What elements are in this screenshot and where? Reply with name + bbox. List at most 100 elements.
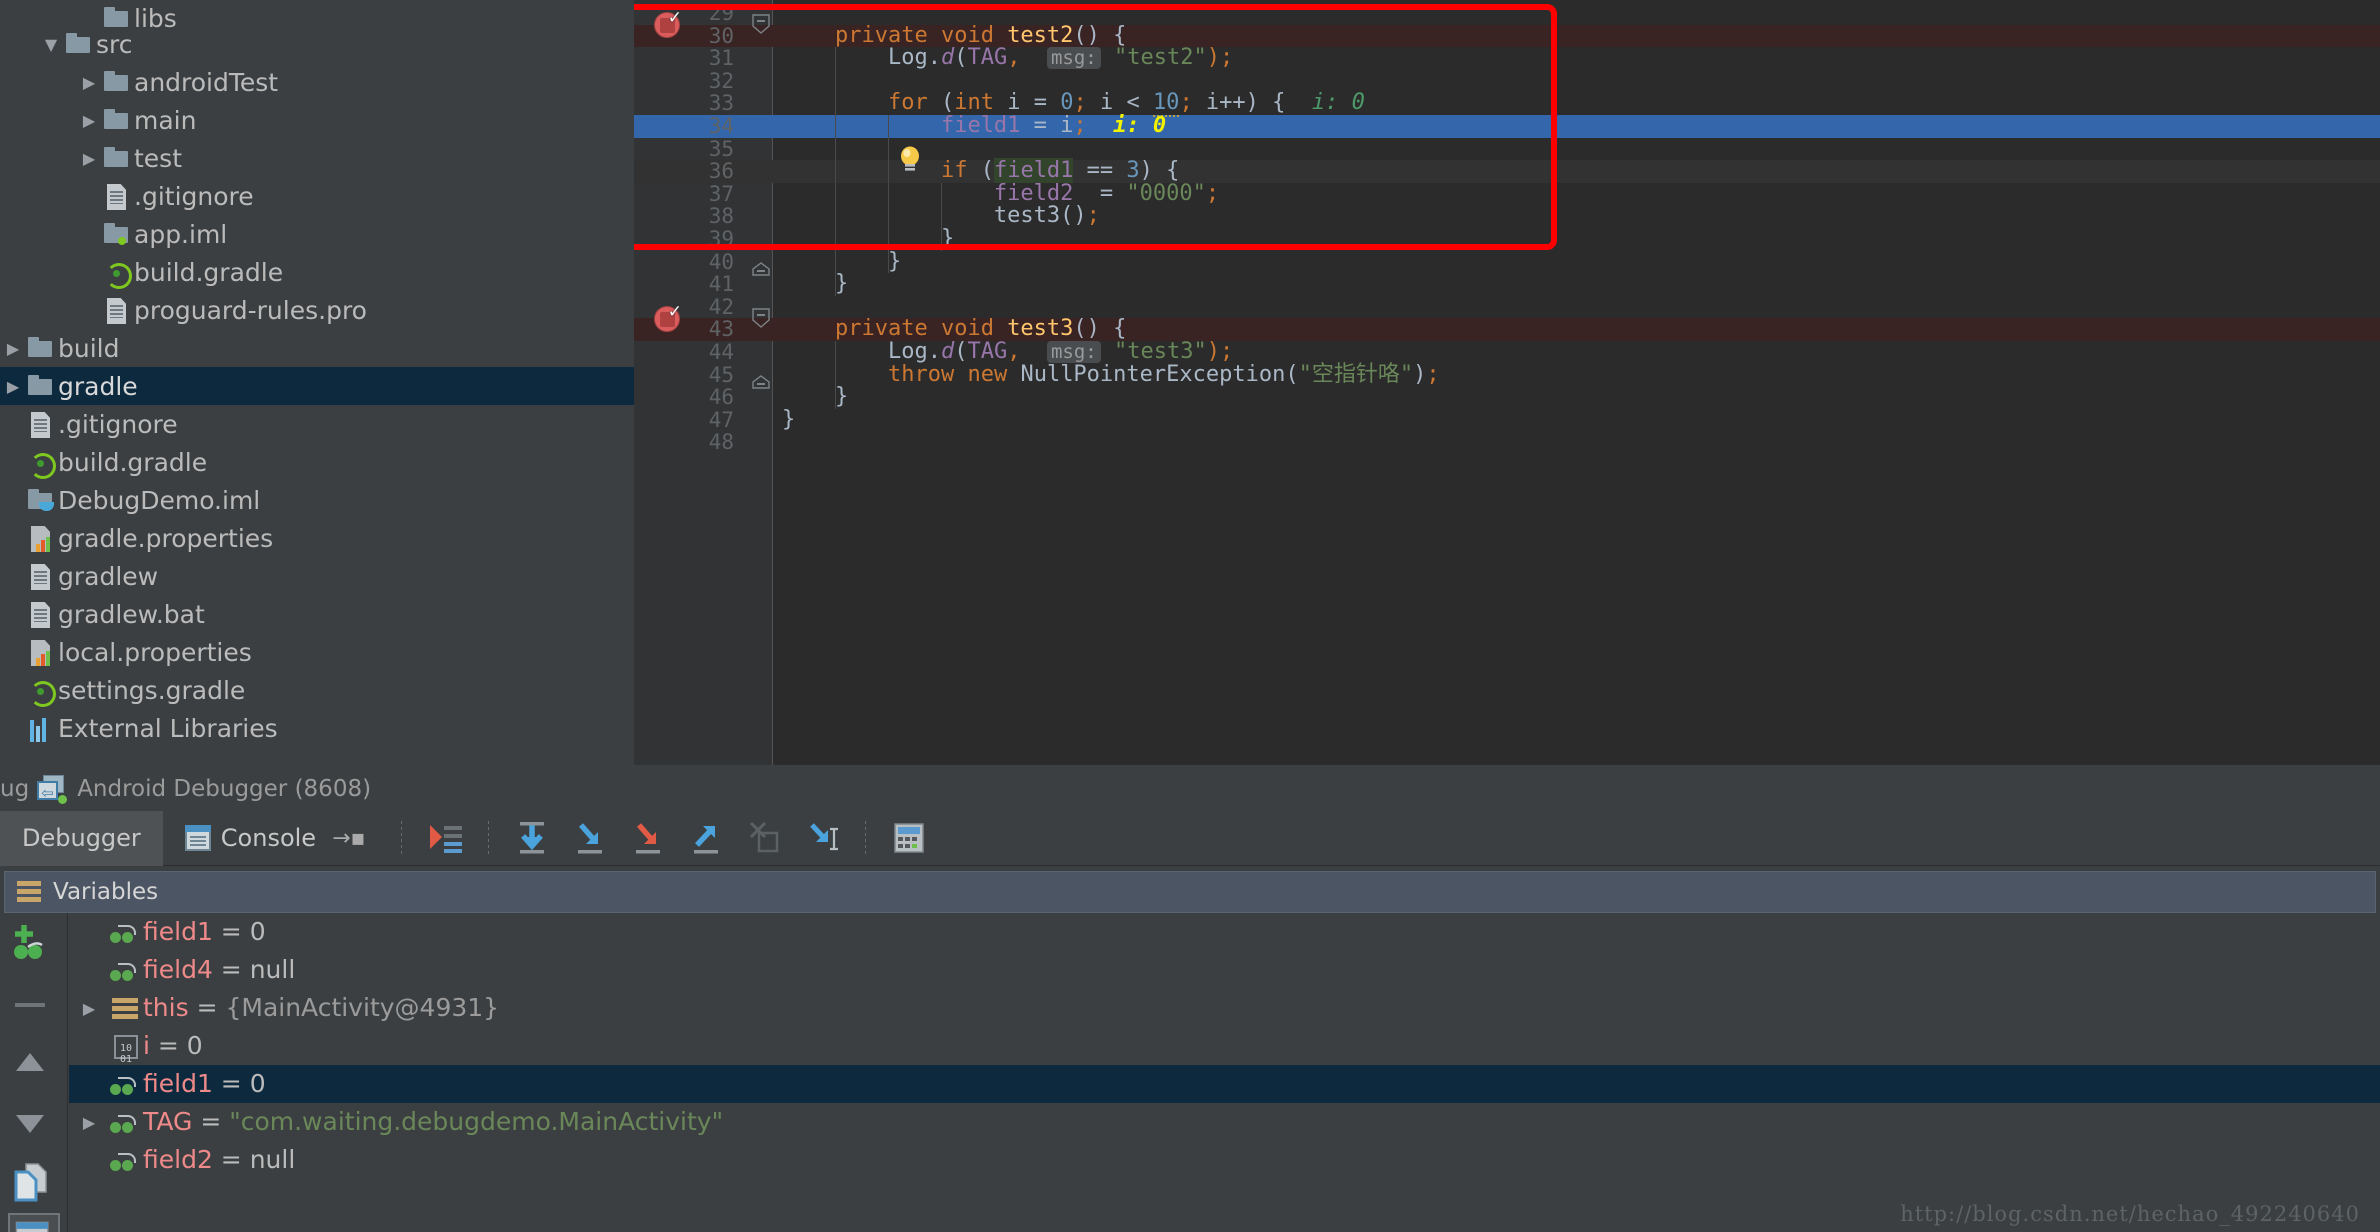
code-editor[interactable]: 29 30 private void test2() { 31 Log.d(TAG,…	[634, 0, 2380, 765]
line-number-44[interactable]: 44	[634, 341, 734, 364]
tree-item--gitignore[interactable]: .gitignore	[0, 177, 634, 215]
breakpoint-line-43[interactable]: ✓	[654, 302, 682, 332]
code-line-37[interactable]: field2 = "0000";	[782, 182, 1219, 206]
force-step-into-button[interactable]	[625, 815, 671, 861]
line-number-36[interactable]: 36	[634, 160, 734, 183]
line-number-40[interactable]: 40	[634, 250, 734, 274]
variable-row[interactable]: field1 = 0	[69, 1065, 2380, 1103]
variable-row[interactable]: field2 = null	[69, 1141, 2380, 1179]
variable-row[interactable]: ▶ this = {MainActivity@4931}	[69, 989, 2380, 1027]
code-line-36[interactable]: if (field1 == 3) {	[782, 158, 1179, 184]
line-number-45[interactable]: 45	[634, 363, 734, 387]
line-number-32[interactable]: 32	[634, 70, 734, 93]
tree-item-libs[interactable]: libs	[0, 0, 634, 31]
code-line-31[interactable]: Log.d(TAG, msg: "test2");	[782, 46, 1233, 70]
tree-item-gradle[interactable]: ▶ gradle	[0, 367, 634, 405]
chevron-right-icon[interactable]: ▶	[0, 330, 26, 368]
code-line-47[interactable]: }	[782, 408, 795, 432]
variables-side-toolbar[interactable]	[0, 913, 68, 1232]
tree-item-gradlew[interactable]: gradlew	[0, 557, 634, 595]
line-number-33[interactable]: 33	[634, 92, 734, 115]
tree-item-androidtest[interactable]: ▶ androidTest	[0, 63, 634, 101]
tree-item-gradlew-bat[interactable]: gradlew.bat	[0, 595, 634, 633]
remove-watch-button[interactable]	[8, 979, 60, 1031]
tree-item-build-gradle[interactable]: build.gradle	[0, 253, 634, 291]
fold-marker-end-41[interactable]	[752, 262, 770, 280]
debug-tabbar[interactable]: Debugger Console →▪	[0, 810, 2380, 866]
line-number-41[interactable]: 41	[634, 273, 734, 296]
code-line-34[interactable]: field1 = i; i: 0	[782, 114, 1166, 138]
line-number-30[interactable]: 30	[634, 24, 734, 48]
line-number-34[interactable]: 34	[634, 115, 734, 138]
code-line-43[interactable]: private void test3() {	[782, 318, 1126, 341]
code-line-38[interactable]: test3();	[782, 205, 1100, 228]
show-execution-point-button[interactable]	[422, 815, 468, 861]
code-line-30[interactable]: private void test2() {	[782, 24, 1126, 48]
editor-text-area[interactable]: 29 30 private void test2() { 31 Log.d(TAG,…	[634, 0, 2380, 765]
tree-item-test[interactable]: ▶ test	[0, 139, 634, 177]
chevron-down-icon[interactable]: ▼	[38, 26, 64, 64]
add-watch-button[interactable]	[8, 919, 60, 971]
move-down-button[interactable]	[8, 1099, 60, 1151]
line-number-46[interactable]: 46	[634, 386, 734, 409]
line-number-48[interactable]: 48	[634, 431, 734, 454]
variables-list[interactable]: field1 = 0 field4 = null ▶ this = {MainActi…	[69, 913, 2380, 1232]
move-up-button[interactable]	[8, 1039, 60, 1091]
evaluate-expression-button[interactable]	[886, 815, 932, 861]
tree-item-src[interactable]: ▼ src	[0, 25, 634, 63]
tab-console[interactable]: Console →▪	[163, 811, 388, 866]
code-line-33[interactable]: for (int i = 0; i < 10; i++) { i: 0	[782, 90, 1365, 118]
line-number-31[interactable]: 31	[634, 47, 734, 70]
chevron-right-icon[interactable]: ▶	[69, 990, 109, 1028]
fold-marker-end-46[interactable]	[752, 375, 770, 393]
detach-console-icon[interactable]: →▪	[332, 826, 365, 851]
variable-row[interactable]: field4 = null	[69, 951, 2380, 989]
variable-row[interactable]: ▶ TAG = "com.waiting.debugdemo.MainActivi…	[69, 1103, 2380, 1141]
line-number-47[interactable]: 47	[634, 409, 734, 432]
tree-item-debugdemo-iml[interactable]: DebugDemo.iml	[0, 481, 634, 519]
chevron-right-icon[interactable]: ▶	[69, 1104, 109, 1142]
code-line-46[interactable]: }	[782, 385, 848, 409]
line-number-38[interactable]: 38	[634, 205, 734, 228]
drop-frame-button[interactable]	[741, 815, 787, 861]
tree-item-build[interactable]: ▶ build	[0, 329, 634, 367]
code-line-45[interactable]: throw new NullPointerException("空指针咯");	[782, 363, 1440, 387]
variable-row[interactable]: 10 01 i = 0	[69, 1027, 2380, 1065]
tree-item-main[interactable]: ▶ main	[0, 101, 634, 139]
chevron-right-icon[interactable]: ▶	[76, 64, 102, 102]
line-number-35[interactable]: 35	[634, 137, 734, 161]
fold-marker-collapse-30[interactable]	[752, 14, 770, 34]
chevron-right-icon[interactable]: ▶	[76, 102, 102, 140]
code-line-39[interactable]: }	[782, 227, 954, 251]
intention-bulb-icon[interactable]	[898, 146, 920, 172]
line-number-39[interactable]: 39	[634, 228, 734, 251]
tree-item-gradle-properties[interactable]: gradle.properties	[0, 519, 634, 557]
code-line-40[interactable]: }	[782, 250, 901, 274]
fold-marker-collapse-43[interactable]	[752, 308, 770, 328]
tree-item-external-libraries[interactable]: External Libraries	[0, 709, 634, 747]
chevron-right-icon[interactable]: ▶	[76, 140, 102, 178]
step-out-button[interactable]	[683, 815, 729, 861]
tree-item-settings-gradle[interactable]: settings.gradle	[0, 671, 634, 709]
tree-item-build-gradle[interactable]: build.gradle	[0, 443, 634, 481]
variable-row[interactable]: field1 = 0	[69, 913, 2380, 951]
tab-debugger[interactable]: Debugger	[0, 810, 163, 866]
copy-value-button[interactable]	[8, 1158, 60, 1210]
step-over-button[interactable]	[509, 815, 555, 861]
chevron-right-icon[interactable]: ▶	[0, 368, 26, 406]
code-line-44[interactable]: Log.d(TAG, msg: "test3");	[782, 340, 1233, 364]
line-number-37[interactable]: 37	[634, 183, 734, 206]
show-watches-button[interactable]	[8, 1213, 60, 1232]
code-line-41[interactable]: }	[782, 272, 848, 296]
step-into-button[interactable]	[567, 815, 613, 861]
tree-item-local-properties[interactable]: local.properties	[0, 633, 634, 671]
project-tree-panel[interactable]: libs ▼ src ▶ androidTest ▶ main ▶ test .gitignore…	[0, 0, 634, 765]
tree-item-proguard-rules-pro[interactable]: proguard-rules.pro	[0, 291, 634, 329]
line-number-42[interactable]: 42	[634, 296, 734, 319]
line-number-43[interactable]: 43	[634, 318, 734, 341]
tree-item--gitignore[interactable]: .gitignore	[0, 405, 634, 443]
tree-item-app-iml[interactable]: app.iml	[0, 215, 634, 253]
run-to-cursor-button[interactable]	[799, 815, 845, 861]
breakpoint-line-30[interactable]: ✓	[654, 8, 682, 38]
line-number-29[interactable]: 29	[634, 2, 734, 25]
